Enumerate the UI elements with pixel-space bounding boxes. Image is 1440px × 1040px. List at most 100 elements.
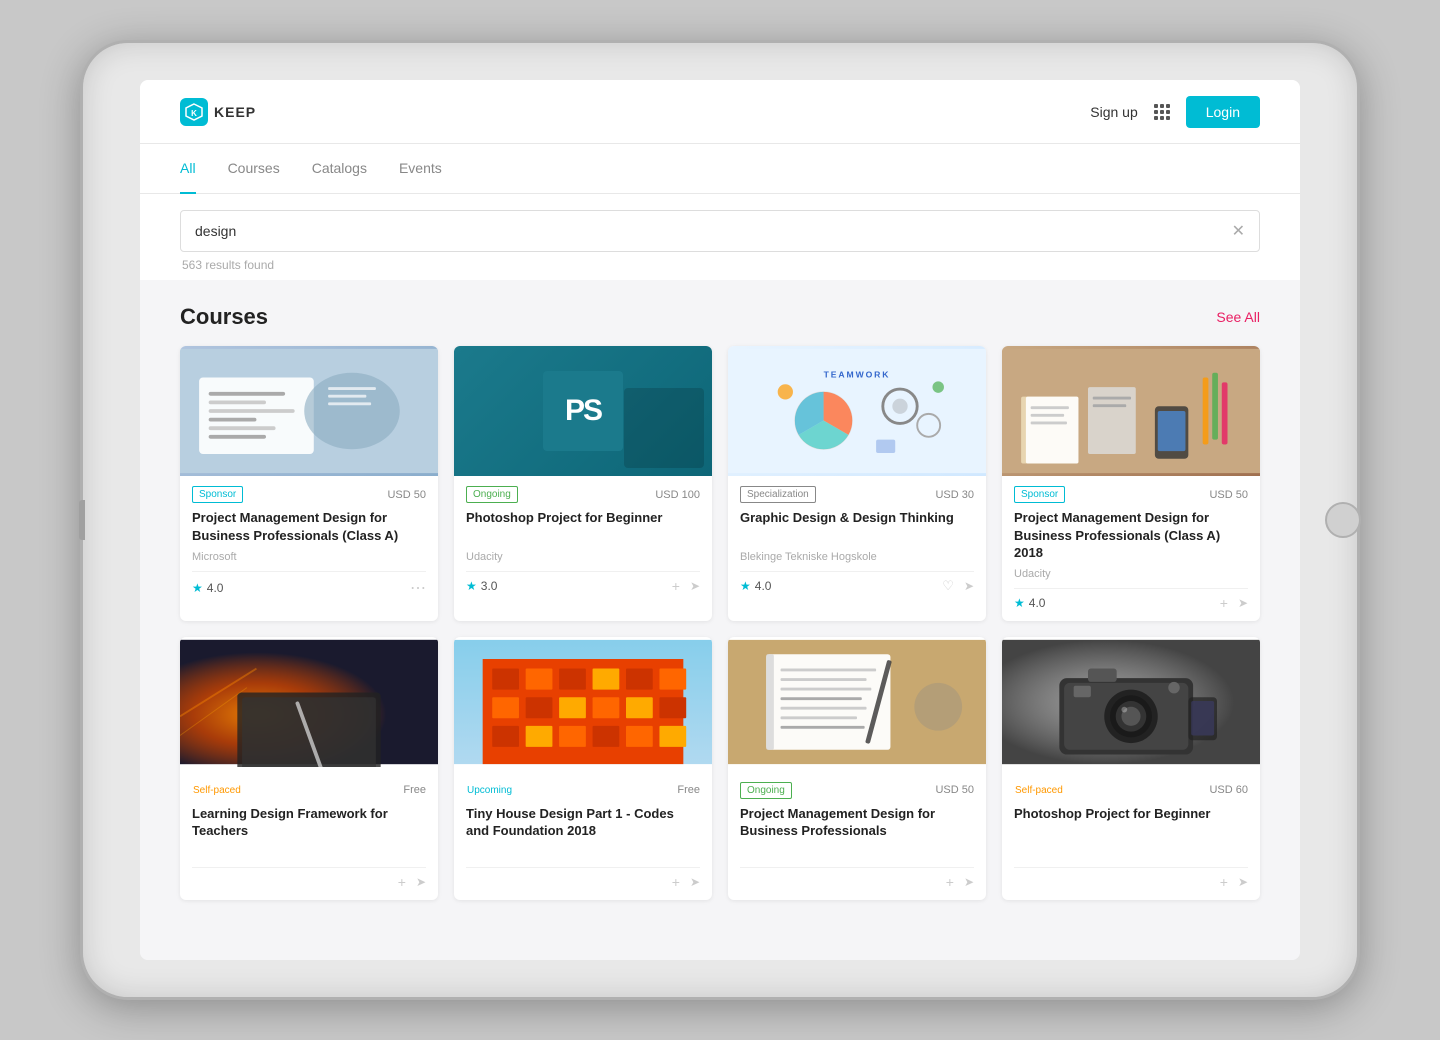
card-actions: ♡ ➤ [942,578,974,594]
course-thumbnail [180,637,438,772]
course-title: Photoshop Project for Beginner [466,509,700,545]
course-price: USD 50 [935,784,974,796]
course-meta: Sponsor USD 50 [1014,486,1248,503]
clear-icon[interactable]: ✕ [1232,221,1245,241]
course-thumbnail [180,346,438,476]
course-thumbnail [1002,346,1260,476]
card-actions: + ➤ [946,874,974,890]
search-box: ✕ [180,210,1260,252]
courses-section-title: Courses [180,304,268,330]
course-price: USD 100 [655,489,700,501]
course-meta: Ongoing USD 100 [466,486,700,503]
course-title: Tiny House Design Part 1 - Codes and Fou… [466,805,700,841]
course-provider [192,847,426,859]
course-price: USD 50 [387,489,426,501]
star-icon: ★ [466,579,477,593]
course-info: Specialization USD 30 Graphic Design & D… [728,476,986,604]
course-rating: ★ 4.0 [740,579,771,593]
course-info: Sponsor USD 50 Project Management Design… [1002,476,1260,621]
course-meta: Ongoing USD 50 [740,782,974,799]
card-actions: + ➤ [672,874,700,890]
course-price: USD 60 [1209,784,1248,796]
favorite-button[interactable]: ♡ [942,578,954,594]
course-info: Upcoming Free Tiny House Design Part 1 -… [454,772,712,900]
share-button[interactable]: ➤ [416,875,426,889]
see-all-link[interactable]: See All [1216,309,1260,325]
grid-icon[interactable] [1154,104,1170,120]
course-meta: Self-paced USD 60 [1014,782,1248,799]
search-input[interactable] [195,223,1232,239]
logo: K KEEP [180,98,256,126]
header: K KEEP Sign up Login [140,80,1300,144]
tablet-screen: K KEEP Sign up Login All Courses Catalog… [140,80,1300,960]
course-meta: Specialization USD 30 [740,486,974,503]
course-title: Project Management Design for Business P… [192,509,426,545]
course-footer: + ➤ [466,867,700,890]
share-button[interactable]: ➤ [964,579,974,593]
card-actions: + ➤ [1220,595,1248,611]
rating-value: 4.0 [207,581,224,595]
course-meta: Sponsor USD 50 [192,486,426,503]
course-footer: + ➤ [740,867,974,890]
course-title: Learning Design Framework for Teachers [192,805,426,841]
share-button[interactable]: ➤ [690,579,700,593]
add-button[interactable]: + [946,874,954,890]
course-price: USD 30 [935,489,974,501]
course-badge: Ongoing [466,486,518,503]
course-info: Ongoing USD 100 Photoshop Project for Be… [454,476,712,604]
course-thumbnail: PS [454,346,712,476]
add-button[interactable]: + [1220,595,1228,611]
logo-icon: K [180,98,208,126]
card-actions: + ➤ [672,578,700,594]
search-area: ✕ 563 results found [140,194,1300,280]
add-button[interactable]: + [672,874,680,890]
tab-all[interactable]: All [180,144,196,194]
share-button[interactable]: ➤ [690,875,700,889]
tablet-button-right[interactable] [1325,502,1361,538]
signup-link[interactable]: Sign up [1090,104,1137,120]
share-button[interactable]: ➤ [964,875,974,889]
course-card: TEAMWORK [728,346,986,621]
course-provider: Udacity [466,551,700,563]
add-button[interactable]: + [1220,874,1228,890]
card-actions: + ➤ [1220,874,1248,890]
results-count: 563 results found [180,258,1260,272]
share-button[interactable]: ➤ [1238,875,1248,889]
card-actions: ⋯ [410,578,426,598]
star-icon: ★ [1014,596,1025,610]
nav-tabs: All Courses Catalogs Events [140,144,1300,194]
course-badge: Upcoming [466,782,519,799]
course-info: Sponsor USD 50 Project Management Design… [180,476,438,608]
course-price: Free [403,784,426,796]
course-card: Ongoing USD 50 Project Management Design… [728,637,986,900]
tab-courses[interactable]: Courses [228,144,280,194]
course-thumbnail: TEAMWORK [728,346,986,476]
star-icon: ★ [740,579,751,593]
tab-catalogs[interactable]: Catalogs [312,144,367,194]
section-header: Courses See All [180,304,1260,330]
course-title: Project Management Design for Business P… [1014,509,1248,562]
add-button[interactable]: + [398,874,406,890]
course-card: Self-paced USD 60 Photoshop Project for … [1002,637,1260,900]
course-rating: ★ 4.0 [1014,596,1045,610]
add-button[interactable]: + [672,578,680,594]
share-button[interactable]: ➤ [1238,596,1248,610]
course-badge: Sponsor [192,486,243,503]
login-button[interactable]: Login [1186,96,1260,128]
course-badge: Specialization [740,486,816,503]
tablet-button-left[interactable] [79,500,85,540]
course-card: PS Ongoing USD 100 Photoshop Project for… [454,346,712,621]
course-rating: ★ 4.0 [192,581,223,595]
rating-value: 3.0 [481,579,498,593]
course-badge: Self-paced [1014,782,1070,799]
tab-events[interactable]: Events [399,144,442,194]
more-options-button[interactable]: ⋯ [410,578,426,598]
courses-row-2: Self-paced Free Learning Design Framewor… [180,637,1260,900]
main-content: Courses See All [140,280,1300,960]
course-thumbnail [454,637,712,772]
svg-text:K: K [191,109,197,118]
course-provider: Microsoft [192,551,426,563]
course-badge: Sponsor [1014,486,1065,503]
course-provider: Blekinge Tekniske Hogskole [740,551,974,563]
course-thumbnail [728,637,986,772]
